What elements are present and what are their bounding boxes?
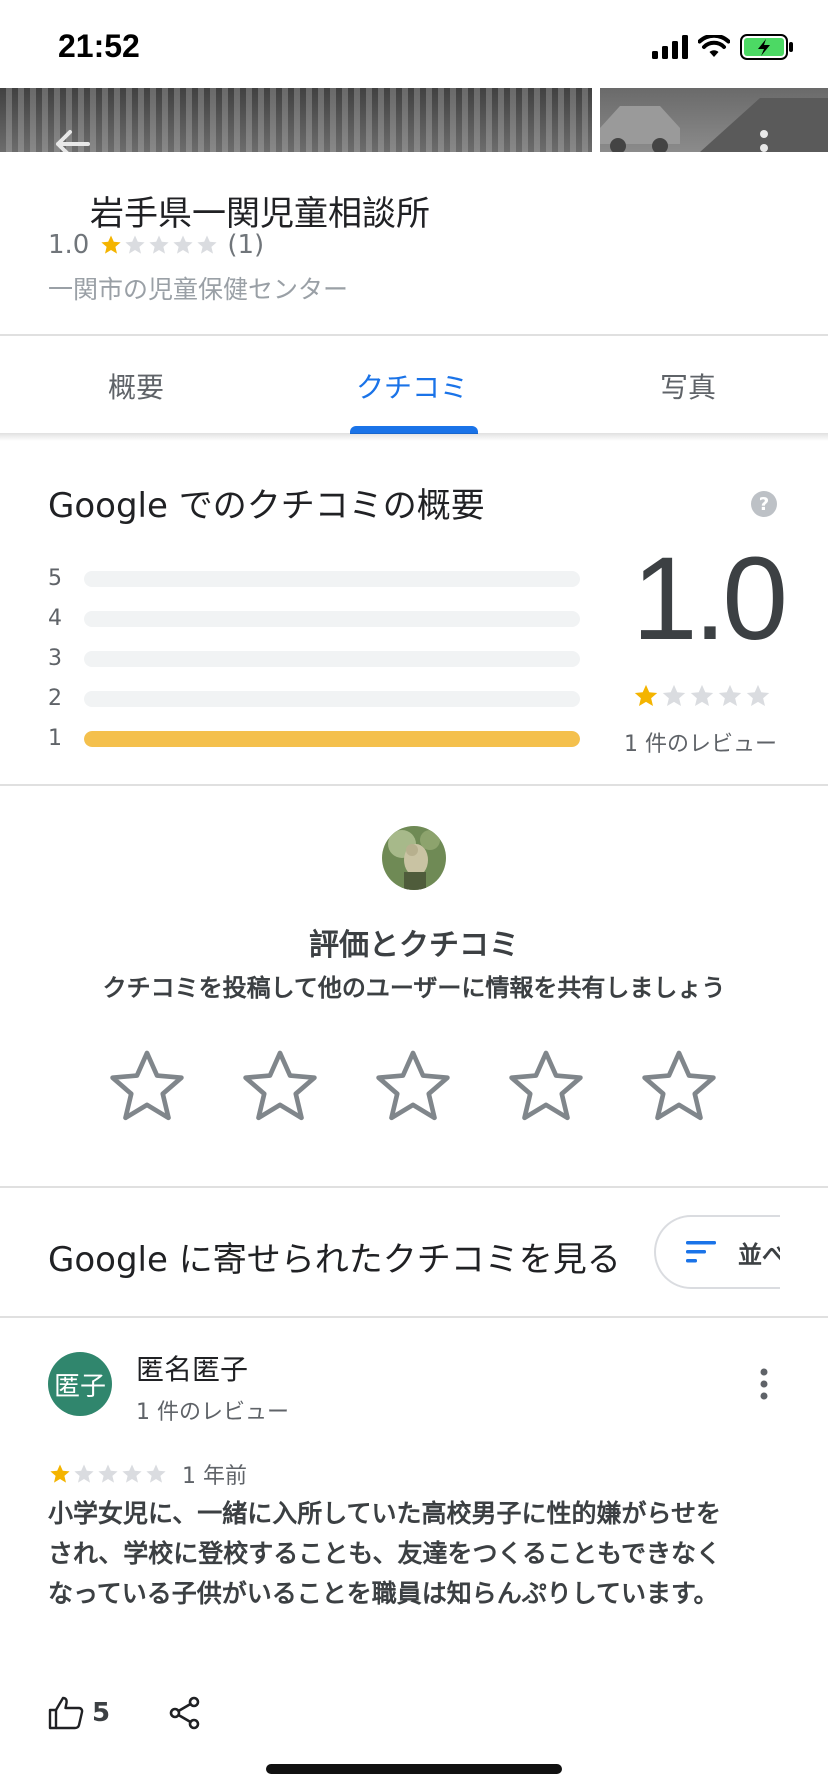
- review-text: 小学女児に、一緒に入所していた高校男子に性的嫌がらせをされ、学校に登校することも…: [48, 1499, 722, 1608]
- review-summary-title: Google でのクチコミの概要: [48, 486, 485, 526]
- star-filled-icon: [101, 235, 121, 254]
- rating-bar-label: 1: [48, 725, 62, 751]
- user-avatar: [382, 826, 446, 890]
- reviewer-avatar[interactable]: 匿子: [48, 1352, 112, 1416]
- place-photo-strip[interactable]: [0, 88, 828, 152]
- star-empty-icon: [197, 235, 217, 254]
- help-icon[interactable]: ?: [750, 490, 778, 518]
- reviewer-review-count: 1 件のレビュー: [136, 1400, 289, 1425]
- star-empty-icon: [98, 1464, 118, 1483]
- star-empty-icon: [74, 1464, 94, 1483]
- rate-stars: [104, 1044, 732, 1134]
- rating-bar-row: 2: [48, 685, 580, 711]
- status-bar: 21:52: [0, 0, 828, 88]
- signal-icon: [652, 35, 688, 59]
- tab-bar: 概要 クチコミ 写真: [0, 338, 828, 434]
- rating-bar-label: 5: [48, 565, 62, 591]
- divider: [0, 1186, 828, 1188]
- rating-bar-label: 2: [48, 685, 62, 711]
- average-rating: 1.0: [631, 533, 788, 665]
- rating-bar-fill: [84, 731, 580, 747]
- star-empty-icon: [125, 235, 145, 254]
- back-arrow-icon[interactable]: [52, 124, 92, 152]
- star-empty-icon: [746, 684, 770, 707]
- home-indicator[interactable]: [266, 1764, 562, 1774]
- rate-review-subtitle: クチコミを投稿して他のユーザーに情報を共有しましょう: [102, 974, 726, 1002]
- tab-reviews[interactable]: クチコミ: [356, 366, 468, 406]
- place-rating-row[interactable]: 1.0 (1): [48, 230, 264, 260]
- rating-bar-row: 3: [48, 645, 580, 671]
- share-icon[interactable]: [168, 1696, 202, 1730]
- like-count: 5: [92, 1698, 111, 1728]
- sort-button-label: 並べ: [738, 1241, 786, 1269]
- rating-bar-row: 4: [48, 605, 580, 631]
- average-rating-stars: [632, 682, 772, 710]
- car-photo-shape: [600, 98, 828, 152]
- battery-icon: [740, 34, 793, 60]
- rate-star-5-icon[interactable]: [636, 1044, 722, 1130]
- place-photo-secondary[interactable]: [600, 88, 828, 152]
- place-category: 一関市の児童保健センター: [48, 275, 349, 304]
- rate-star-3-icon[interactable]: [370, 1044, 456, 1130]
- star-empty-icon: [146, 1464, 166, 1483]
- tab-photos[interactable]: 写真: [660, 366, 716, 406]
- star-empty-icon: [149, 235, 169, 254]
- rate-review-title: 評価とクチコミ: [309, 928, 519, 963]
- status-icons: [652, 34, 794, 60]
- like-button[interactable]: 5: [48, 1696, 110, 1730]
- rating-bar-label: 3: [48, 645, 62, 671]
- review-stars: [48, 1462, 168, 1486]
- svg-text:?: ?: [759, 494, 769, 515]
- sort-icon: [686, 1241, 716, 1263]
- star-empty-icon: [173, 235, 193, 254]
- review-date: 1 年前: [182, 1464, 247, 1489]
- star-filled-icon: [50, 1464, 70, 1483]
- review-more-icon[interactable]: [756, 1366, 772, 1402]
- rate-star-4-icon[interactable]: [503, 1044, 589, 1130]
- rate-star-2-icon[interactable]: [237, 1044, 323, 1130]
- divider: [0, 784, 828, 786]
- star-filled-icon: [634, 684, 658, 707]
- thumb-up-icon: [48, 1696, 84, 1730]
- wifi-icon: [698, 35, 730, 57]
- place-rating-stars: [99, 233, 219, 257]
- place-review-count: (1): [227, 230, 265, 260]
- rate-star-1-icon[interactable]: [104, 1044, 190, 1130]
- more-vert-icon[interactable]: [756, 128, 772, 152]
- reviewer-name[interactable]: 匿名匿子: [136, 1348, 248, 1388]
- rating-bar-row: 1: [48, 725, 580, 751]
- tab-overview[interactable]: 概要: [108, 366, 164, 406]
- rating-bar-row: 5: [48, 565, 580, 591]
- star-empty-icon: [122, 1464, 142, 1483]
- star-empty-icon: [690, 684, 714, 707]
- status-time: 21:52: [58, 28, 140, 64]
- star-empty-icon: [718, 684, 742, 707]
- star-empty-icon: [662, 684, 686, 707]
- place-title: 岩手県一関児童相談所: [90, 194, 430, 234]
- reviews-section-title: Google に寄せられたクチコミを見る: [48, 1240, 621, 1280]
- review-rating-row: 1 年前: [48, 1458, 247, 1490]
- place-rating-value: 1.0: [48, 230, 90, 260]
- divider: [0, 1316, 828, 1318]
- total-review-count: 1 件のレビュー: [624, 732, 777, 757]
- rating-bar-label: 4: [48, 605, 62, 631]
- divider: [0, 334, 828, 336]
